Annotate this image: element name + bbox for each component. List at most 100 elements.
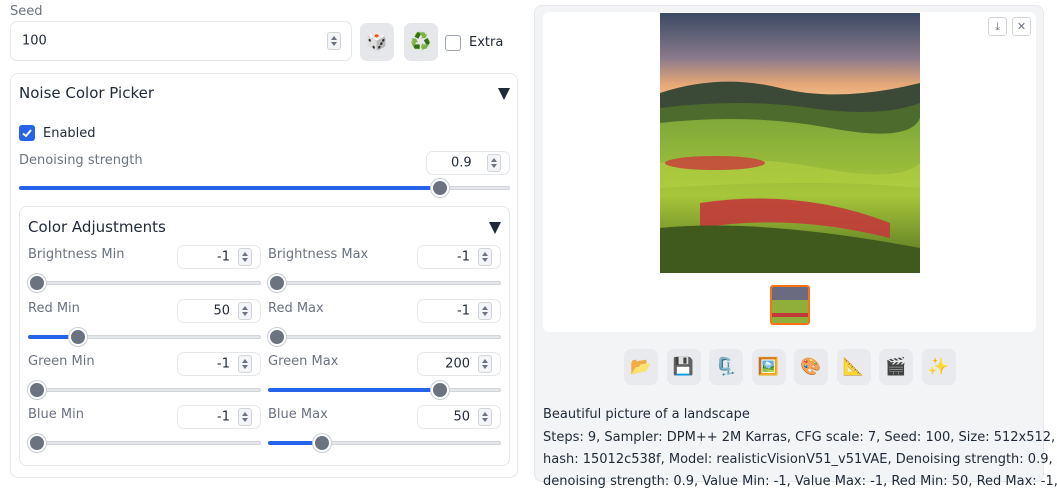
red-min-slider[interactable] [28,327,261,347]
brightness-min-spinner[interactable] [238,248,252,266]
brightness-min-label: Brightness Min [28,247,125,262]
green-max-input[interactable]: 200 [417,352,501,376]
caption-line-1: Steps: 9, Sampler: DPM++ 2M Karras, CFG … [543,430,1057,445]
random-seed-button[interactable]: 🎲 [360,23,394,61]
slider-handle[interactable] [431,381,450,399]
enabled-label: Enabled [43,126,96,141]
red-max-value: -1 [457,303,470,319]
denoising-strength-spinner[interactable] [487,154,501,172]
brightness-max-spinner[interactable] [478,248,492,266]
caption-line-2: hash: 15012c538f, Model: realisticVision… [543,452,1057,467]
blue-max-slider[interactable] [268,433,501,453]
sparkle-icon: ✨ [927,357,950,377]
send-to-inpaint-icon: 🎨 [800,357,822,377]
blue-max-input[interactable]: 50 [417,405,501,429]
red-max-slider[interactable] [268,327,501,347]
red-min-label: Red Min [28,301,80,316]
noise-panel-title[interactable]: Noise Color Picker [19,84,154,102]
blue-max-value: 50 [453,409,470,425]
reuse-seed-button[interactable]: ♻️ [404,23,438,61]
red-max-spinner[interactable] [478,302,492,320]
slider-handle[interactable] [268,274,286,292]
slider-track[interactable] [28,441,261,445]
slider-track[interactable] [28,281,261,285]
green-min-slider[interactable] [28,380,261,400]
open-folder-icon: 📂 [630,357,652,377]
red-min-input[interactable]: 50 [177,299,261,323]
blue-min-input[interactable]: -1 [177,405,261,429]
brightness-min-input[interactable]: -1 [177,245,261,269]
blue-min-label: Blue Min [28,407,84,422]
slider-handle[interactable] [68,328,87,346]
download-icon: ⤓ [995,19,1000,33]
green-min-spinner[interactable] [238,355,252,373]
blue-min-value: -1 [217,409,230,425]
denoising-strength-value: 0.9 [451,155,472,171]
save-icon: 💾 [672,357,695,377]
send-to-video-button[interactable]: 🎬 [879,349,913,385]
blue-max-spinner[interactable] [478,408,492,426]
check-icon [22,129,32,138]
slider-track[interactable] [28,388,261,392]
brightness-min-value: -1 [217,249,230,265]
slider-handle[interactable] [28,274,46,292]
slider-handle[interactable] [268,328,286,346]
red-max-label: Red Max [268,301,324,316]
green-max-spinner[interactable] [478,355,492,373]
send-to-video-icon: 🎬 [885,357,907,377]
denoising-strength-input[interactable]: 0.9 [426,151,510,175]
noise-panel-collapse-icon[interactable] [498,88,510,100]
green-min-label: Green Min [28,354,95,369]
enabled-checkbox[interactable] [19,125,35,141]
color-adjustments-collapse-icon[interactable] [489,222,501,234]
green-max-value: 200 [445,356,470,372]
send-to-inpaint-button[interactable]: 🎨 [794,349,828,385]
brightness-max-value: -1 [457,249,470,265]
caption-title: Beautiful picture of a landscape [543,407,750,422]
seed-spinner[interactable] [327,32,341,50]
brightness-max-slider[interactable] [268,273,501,293]
slider-handle[interactable] [430,179,449,197]
sparkle-button[interactable]: ✨ [921,349,956,385]
generated-image[interactable] [660,13,920,273]
open-folder-button[interactable]: 📂 [624,349,658,385]
send-to-img2img-icon: 🖼️ [757,357,780,377]
zip-button[interactable]: 🗜️ [709,349,743,385]
close-icon: ✕ [1016,20,1027,33]
denoising-strength-slider[interactable] [19,178,510,198]
extra-checkbox[interactable] [445,35,461,51]
send-to-extras-button[interactable]: 📐 [836,349,871,385]
green-min-input[interactable]: -1 [177,352,261,376]
red-max-input[interactable]: -1 [417,299,501,323]
dice-icon: 🎲 [366,32,388,52]
brightness-max-input[interactable]: -1 [417,245,501,269]
close-image-button[interactable]: ✕ [1012,17,1031,36]
seed-value: 100 [22,33,47,49]
slider-track[interactable] [268,281,501,285]
slider-track[interactable] [268,335,501,339]
seed-label: Seed [10,4,43,19]
blue-min-spinner[interactable] [238,408,252,426]
slider-fill [19,186,440,190]
green-min-value: -1 [217,356,230,372]
color-adjustments-title[interactable]: Color Adjustments [28,218,166,236]
slider-handle[interactable] [28,434,46,452]
save-button[interactable]: 💾 [666,349,701,385]
slider-fill [268,388,441,392]
send-to-img2img-button[interactable]: 🖼️ [751,349,786,385]
brightness-max-label: Brightness Max [268,247,369,262]
slider-handle[interactable] [313,434,332,452]
extra-label: Extra [469,35,504,50]
slider-handle[interactable] [28,381,46,399]
download-image-button[interactable]: ⤓ [988,17,1007,36]
zip-icon: 🗜️ [715,357,737,377]
blue-min-slider[interactable] [28,433,261,453]
blue-max-label: Blue Max [268,407,328,422]
denoising-strength-label: Denoising strength [19,153,143,168]
seed-input[interactable]: 100 [10,21,352,61]
red-min-spinner[interactable] [238,302,252,320]
image-thumbnail[interactable] [770,285,810,325]
brightness-min-slider[interactable] [28,273,261,293]
green-max-slider[interactable] [268,380,501,400]
red-min-value: 50 [213,303,230,319]
